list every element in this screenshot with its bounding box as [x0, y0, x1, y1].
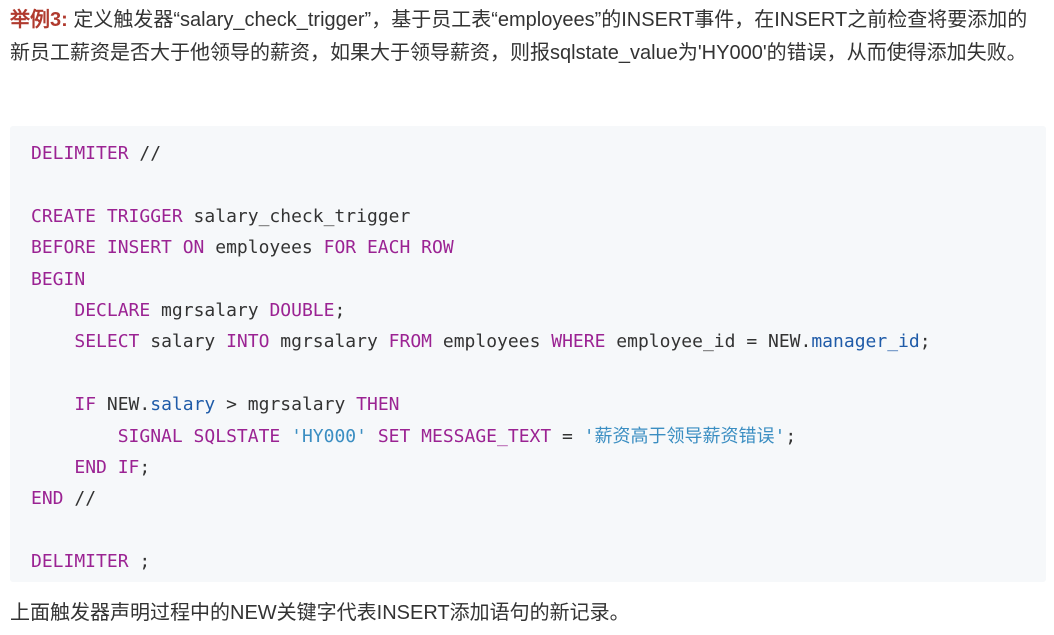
code-text: ; — [128, 551, 151, 573]
code-string: '薪资高于领导薪资错误' — [583, 425, 786, 447]
code-keyword: CREATE TRIGGER — [31, 205, 183, 227]
code-field: salary — [150, 394, 216, 416]
code-text: // — [128, 143, 162, 164]
code-keyword: END — [31, 488, 64, 510]
code-line-6: DECLARE mgrsalary DOUBLE; — [31, 295, 1046, 326]
code-keyword: SET MESSAGE_TEXT — [377, 425, 552, 447]
example-intro-paragraph: 举例3: 定义触发器“salary_check_trigger”，基于员工表“e… — [10, 4, 1046, 70]
sql-code-block[interactable]: DELIMITER // CREATE TRIGGER salary_check_… — [10, 126, 1046, 582]
code-keyword: BEGIN — [31, 268, 86, 290]
code-keyword: DELIMITER — [31, 143, 129, 164]
code-keyword: WHERE — [551, 331, 606, 353]
code-text: NEW. — [96, 394, 151, 416]
code-keyword: INTO — [226, 331, 270, 353]
code-line-1: DELIMITER // — [31, 138, 1046, 169]
code-text: salary — [139, 331, 227, 353]
code-text: ; — [334, 299, 346, 321]
code-text: ; — [919, 331, 931, 353]
code-line-3: CREATE TRIGGER salary_check_trigger — [31, 201, 1046, 232]
code-line-14: DELIMITER ; — [31, 546, 1046, 577]
code-string: 'HY000' — [291, 425, 367, 447]
code-text: employees — [204, 237, 324, 259]
code-keyword: END IF — [74, 456, 140, 478]
explanation-paragraph: 上面触发器声明过程中的NEW关键字代表INSERT添加语句的新记录。 — [10, 602, 630, 624]
code-line-12: END // — [31, 483, 1046, 514]
code-text: ; — [785, 425, 797, 447]
code-keyword: SELECT — [74, 331, 140, 353]
code-field: manager_id — [811, 331, 920, 353]
code-keyword: DOUBLE — [269, 299, 335, 321]
code-text: > mgrsalary — [215, 394, 357, 416]
code-line-9: IF NEW.salary > mgrsalary THEN — [31, 389, 1046, 420]
code-keyword: IF — [74, 394, 97, 416]
code-text: mgrsalary — [150, 299, 270, 321]
code-text: = — [551, 425, 584, 447]
code-keyword: SIGNAL SQLSTATE — [117, 425, 281, 447]
code-line-4: BEFORE INSERT ON employees FOR EACH ROW — [31, 232, 1046, 263]
code-line-7: SELECT salary INTO mgrsalary FROM employ… — [31, 326, 1046, 357]
code-line-11: END IF; — [31, 452, 1046, 483]
code-keyword: DELIMITER — [31, 551, 129, 573]
code-text: employee_id = NEW. — [605, 331, 812, 353]
code-text: mgrsalary — [269, 331, 389, 353]
code-text: salary_check_trigger — [182, 205, 411, 227]
example-description: 定义触发器“salary_check_trigger”，基于员工表“employ… — [10, 9, 1028, 64]
code-line-5: BEGIN — [31, 264, 1046, 295]
code-text: // — [63, 488, 97, 510]
code-keyword: FOR EACH ROW — [323, 237, 454, 259]
code-keyword: FROM — [388, 331, 433, 353]
code-keyword: BEFORE INSERT ON — [31, 237, 205, 259]
code-text: ; — [139, 456, 151, 478]
code-keyword: DECLARE — [74, 299, 151, 321]
code-line-10: SIGNAL SQLSTATE 'HY000' SET MESSAGE_TEXT… — [31, 421, 1046, 452]
code-text: employees — [432, 331, 552, 353]
example-label: 举例3: — [10, 9, 68, 31]
code-keyword: THEN — [356, 394, 400, 416]
